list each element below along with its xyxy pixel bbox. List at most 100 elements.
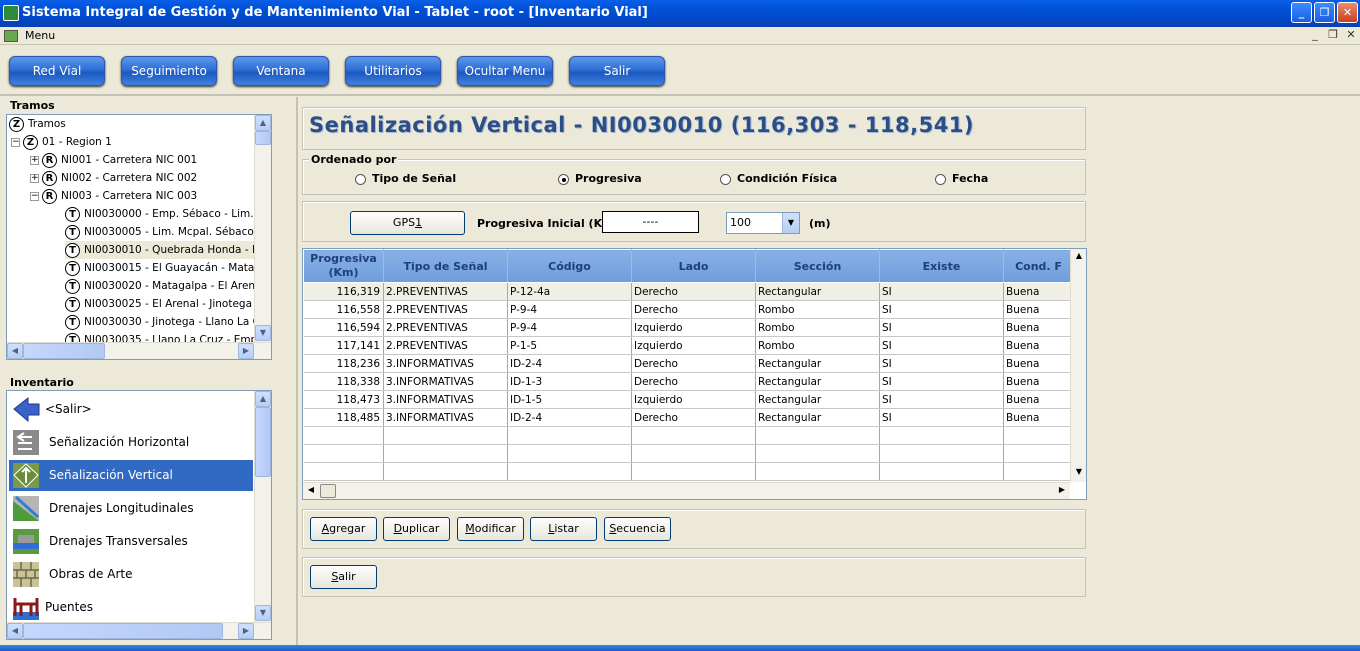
radio-circle[interactable] bbox=[355, 173, 366, 185]
tree-item-segment[interactable]: T NI0030015 - El Guayacán - Mataga bbox=[65, 259, 267, 277]
column-header-seccion[interactable]: Sección bbox=[755, 249, 880, 283]
scroll-up-arrow[interactable]: ▲ bbox=[1071, 249, 1086, 265]
mdi-minimize-button[interactable]: _ bbox=[1308, 28, 1322, 42]
inventario-vertical-scrollbar[interactable]: ▲ ▼ bbox=[254, 391, 271, 622]
signage-table[interactable]: Progresiva (Km) Tipo de Señal Código Lad… bbox=[302, 248, 1087, 500]
inventario-list[interactable]: <Salir> Señalización Horizontal Señaliza… bbox=[6, 390, 272, 640]
mdi-close-button[interactable]: ✕ bbox=[1344, 28, 1358, 42]
scroll-up-arrow[interactable]: ▲ bbox=[255, 115, 271, 131]
close-button[interactable]: ✕ bbox=[1337, 2, 1358, 23]
scroll-up-arrow[interactable]: ▲ bbox=[255, 391, 271, 407]
column-header-existe[interactable]: Existe bbox=[879, 249, 1004, 283]
tree-item-road[interactable]: + R NI002 - Carretera NIC 002 bbox=[30, 169, 197, 187]
tree-item-region[interactable]: − Z 01 - Region 1 bbox=[11, 133, 112, 151]
utilitarios-button[interactable]: Utilitarios bbox=[345, 56, 441, 86]
column-header-lado[interactable]: Lado bbox=[631, 249, 756, 283]
tree-expander[interactable]: − bbox=[30, 191, 39, 201]
radio-circle-checked[interactable] bbox=[558, 173, 569, 185]
table-row[interactable]: 118,338 3.INFORMATIVAS ID-1-3 Derecho Rectan… bbox=[303, 372, 1074, 391]
inventario-item-drenajes-longitudinales[interactable]: Drenajes Longitudinales bbox=[9, 493, 253, 524]
radio-circle[interactable] bbox=[720, 173, 731, 185]
table-horizontal-scrollbar[interactable]: ◀ ▶ bbox=[303, 482, 1070, 499]
table-row[interactable]: 117,141 2.PREVENTIVAS P-1-5 Izquierdo Rombo S… bbox=[303, 336, 1074, 355]
table-row-empty[interactable] bbox=[303, 462, 1074, 481]
scroll-thumb[interactable] bbox=[23, 623, 223, 639]
table-row-empty[interactable] bbox=[303, 444, 1074, 463]
tree-expander[interactable]: + bbox=[30, 155, 39, 165]
table-row[interactable]: 118,473 3.INFORMATIVAS ID-1-5 Izquierdo Rect… bbox=[303, 390, 1074, 409]
inventario-item-obras-de-arte[interactable]: Obras de Arte bbox=[9, 559, 253, 590]
inventario-item-salir[interactable]: <Salir> bbox=[9, 394, 253, 425]
seguimiento-button[interactable]: Seguimiento bbox=[121, 56, 217, 86]
tree-item-segment[interactable]: T NI0030005 - Lim. Mcpal. Sébaco/ bbox=[65, 223, 259, 241]
scroll-left-arrow[interactable]: ◀ bbox=[7, 623, 23, 639]
column-header-cond-fisica[interactable]: Cond. F bbox=[1003, 249, 1074, 283]
column-header-codigo[interactable]: Código bbox=[507, 249, 632, 283]
scroll-thumb[interactable] bbox=[320, 484, 336, 498]
menu-item-menu[interactable]: Menu bbox=[25, 29, 55, 42]
distance-select[interactable]: 100 ▼ bbox=[726, 212, 800, 234]
table-vertical-scrollbar[interactable]: ▲ ▼ bbox=[1070, 249, 1086, 482]
chevron-down-icon[interactable]: ▼ bbox=[782, 213, 799, 233]
mdi-restore-button[interactable]: ❐ bbox=[1326, 28, 1340, 42]
inventario-item-drenajes-transversales[interactable]: Drenajes Transversales bbox=[9, 526, 253, 557]
scroll-down-arrow[interactable]: ▼ bbox=[255, 605, 271, 621]
ventana-button[interactable]: Ventana bbox=[233, 56, 329, 86]
table-row[interactable]: 116,558 2.PREVENTIVAS P-9-4 Derecho Rombo SI B… bbox=[303, 300, 1074, 319]
salir-button[interactable]: Salir bbox=[310, 565, 377, 589]
scroll-left-arrow[interactable]: ◀ bbox=[303, 483, 319, 499]
tree-item-road[interactable]: − R NI003 - Carretera NIC 003 bbox=[30, 187, 197, 205]
listar-button[interactable]: Listar bbox=[530, 517, 597, 541]
scroll-thumb[interactable] bbox=[23, 343, 105, 359]
agregar-button[interactable]: Agregar bbox=[310, 517, 377, 541]
table-row[interactable]: 118,236 3.INFORMATIVAS ID-2-4 Derecho Rectan… bbox=[303, 354, 1074, 373]
scroll-thumb[interactable] bbox=[255, 131, 271, 145]
modificar-button[interactable]: Modificar bbox=[457, 517, 524, 541]
table-row[interactable]: 116,594 2.PREVENTIVAS P-9-4 Izquierdo Rombo S… bbox=[303, 318, 1074, 337]
duplicar-button[interactable]: Duplicar bbox=[383, 517, 450, 541]
tree-item-segment[interactable]: T NI0030000 - Emp. Sébaco - Lim. M bbox=[65, 205, 266, 223]
scroll-thumb[interactable] bbox=[255, 407, 271, 477]
table-row-empty[interactable] bbox=[303, 426, 1074, 445]
radio-circle[interactable] bbox=[935, 173, 946, 185]
radio-condicion-fisica[interactable]: Condición Física bbox=[720, 172, 837, 185]
tree-expander[interactable]: + bbox=[30, 173, 39, 183]
tree-item-segment-selected[interactable]: T NI0030010 - Quebrada Honda - El bbox=[65, 241, 262, 259]
tree-item-segment[interactable]: T NI0030020 - Matagalpa - El Arenal bbox=[65, 277, 264, 295]
tree-item-segment[interactable]: T NI0030030 - Jinotega - Llano La C bbox=[65, 313, 260, 331]
tree-item-road[interactable]: + R NI001 - Carretera NIC 001 bbox=[30, 151, 197, 169]
scroll-right-arrow[interactable]: ▶ bbox=[238, 623, 254, 639]
scroll-down-arrow[interactable]: ▼ bbox=[255, 325, 271, 341]
minimize-button[interactable]: _ bbox=[1291, 2, 1312, 23]
scroll-down-arrow[interactable]: ▼ bbox=[1071, 465, 1086, 481]
maximize-button[interactable]: ❐ bbox=[1314, 2, 1335, 23]
tramos-tree[interactable]: Z Tramos − Z 01 - Region 1 + R NI001 - Carret… bbox=[6, 114, 272, 360]
panel-splitter[interactable] bbox=[296, 97, 298, 645]
tree-item-label: NI002 - Carretera NIC 002 bbox=[61, 172, 198, 184]
gps-button[interactable]: GPS1 bbox=[350, 211, 465, 235]
table-row[interactable]: 116,319 2.PREVENTIVAS P-12-4a Derecho Rectan… bbox=[303, 282, 1074, 301]
scroll-right-arrow[interactable]: ▶ bbox=[1054, 483, 1070, 499]
ocultar-menu-button[interactable]: Ocultar Menu bbox=[457, 56, 553, 86]
tree-item-root[interactable]: Z Tramos bbox=[9, 115, 66, 133]
tramos-vertical-scrollbar[interactable]: ▲ ▼ bbox=[254, 115, 271, 342]
column-header-tipo-senal[interactable]: Tipo de Señal bbox=[383, 249, 508, 283]
secuencia-button[interactable]: Secuencia bbox=[604, 517, 671, 541]
red-vial-button[interactable]: Red Vial bbox=[9, 56, 105, 86]
radio-fecha[interactable]: Fecha bbox=[935, 172, 988, 185]
salir-toolbar-button[interactable]: Salir bbox=[569, 56, 665, 86]
inventario-item-senal-horizontal[interactable]: Señalización Horizontal bbox=[9, 427, 253, 458]
inventario-horizontal-scrollbar[interactable]: ◀ ▶ bbox=[7, 622, 271, 639]
tree-expander[interactable]: − bbox=[11, 137, 20, 147]
radio-progresiva[interactable]: Progresiva bbox=[558, 172, 642, 185]
scroll-right-arrow[interactable]: ▶ bbox=[238, 343, 254, 359]
tramos-horizontal-scrollbar[interactable]: ◀ ▶ bbox=[7, 342, 271, 359]
radio-tipo-senal[interactable]: Tipo de Señal bbox=[355, 172, 456, 185]
inventario-item-senal-vertical[interactable]: Señalización Vertical bbox=[9, 460, 253, 491]
inventario-item-puentes[interactable]: Puentes bbox=[9, 592, 253, 623]
tree-item-segment[interactable]: T NI0030025 - El Arenal - Jinotega bbox=[65, 295, 252, 313]
scroll-left-arrow[interactable]: ◀ bbox=[7, 343, 23, 359]
column-header-progresiva[interactable]: Progresiva (Km) bbox=[303, 249, 384, 283]
progresiva-inicial-input[interactable]: ---- bbox=[602, 211, 699, 233]
table-row[interactable]: 118,485 3.INFORMATIVAS ID-2-4 Derecho Rectan… bbox=[303, 408, 1074, 427]
